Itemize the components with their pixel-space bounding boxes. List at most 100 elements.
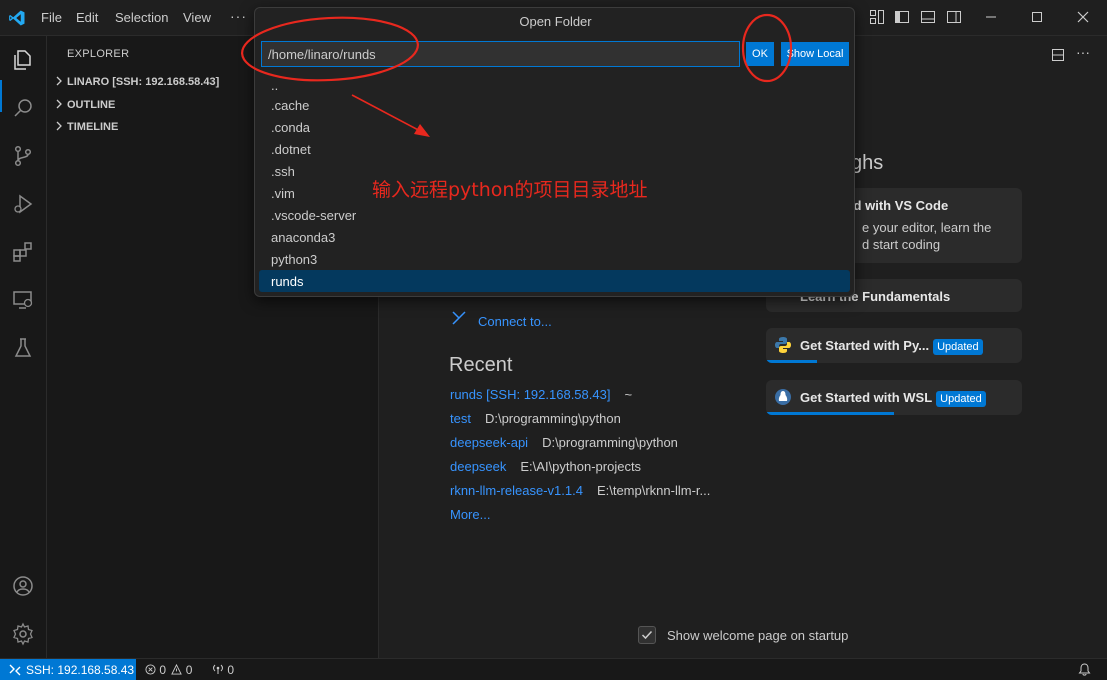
annotation-text: 输入远程python的项目目录地址 bbox=[372, 179, 648, 201]
chevron-right-icon bbox=[56, 76, 62, 86]
ports-indicator[interactable]: 0 bbox=[212, 663, 234, 677]
folder-item-label: .cache bbox=[271, 98, 310, 113]
folder-item-label: .ssh bbox=[271, 164, 295, 179]
recent-item-path: E:\AI\python-projects bbox=[520, 459, 642, 474]
checkmark-icon bbox=[641, 630, 653, 640]
folder-item[interactable]: python3 bbox=[259, 248, 850, 270]
card-desc: e your editor, learn the bbox=[862, 220, 992, 235]
walkthrough-card-wsl[interactable]: Get Started with WSL Updated bbox=[766, 380, 1022, 415]
card-progress bbox=[766, 412, 894, 415]
folder-item-selected[interactable]: runds bbox=[259, 270, 850, 292]
recent-item: rknn-llm-release-v1.1.4 E:\temp\rknn-llm-… bbox=[450, 483, 710, 498]
folder-item[interactable]: .cache bbox=[259, 94, 850, 116]
recent-title: Recent bbox=[449, 354, 513, 376]
folder-item-label: .dotnet bbox=[271, 142, 311, 157]
recent-item-link[interactable]: runds [SSH: 192.168.58.43] bbox=[450, 387, 610, 402]
more-link[interactable]: More... bbox=[450, 507, 490, 522]
error-icon bbox=[145, 664, 156, 675]
split-editor-icon[interactable] bbox=[1051, 48, 1065, 62]
remote-icon bbox=[9, 664, 21, 676]
chevron-right-icon bbox=[56, 121, 62, 131]
menu-file[interactable]: File bbox=[41, 10, 62, 25]
source-control-icon[interactable] bbox=[11, 144, 35, 168]
quickpick-title: Open Folder bbox=[519, 14, 592, 29]
settings-gear-icon[interactable] bbox=[11, 622, 35, 646]
sidebar-title: EXPLORER bbox=[67, 48, 130, 60]
more-actions-icon[interactable]: ··· bbox=[1076, 44, 1090, 60]
error-count: 0 bbox=[159, 663, 167, 677]
toggle-secondary-sidebar-icon[interactable] bbox=[946, 9, 962, 25]
folder-item[interactable]: .conda bbox=[259, 116, 850, 138]
close-icon[interactable] bbox=[1076, 10, 1090, 24]
active-indicator bbox=[0, 80, 2, 112]
card-title: Get Started with WSL Updated bbox=[800, 390, 986, 407]
card-progress bbox=[766, 360, 818, 363]
extensions-icon[interactable] bbox=[11, 240, 35, 264]
recent-item-link[interactable]: test bbox=[450, 411, 471, 426]
folder-item[interactable]: anaconda3 bbox=[259, 226, 850, 248]
menu-view[interactable]: View bbox=[183, 10, 211, 25]
updated-badge: Updated bbox=[936, 391, 986, 407]
folder-item-label: anaconda3 bbox=[271, 230, 336, 245]
warning-count: 0 bbox=[185, 663, 193, 677]
section-label: LINARO [SSH: 192.168.58.43] bbox=[67, 76, 220, 88]
folder-item[interactable]: .. bbox=[259, 74, 850, 96]
vscode-logo-icon bbox=[9, 10, 25, 26]
toggle-panel-icon[interactable] bbox=[920, 9, 936, 25]
remote-explorer-icon[interactable] bbox=[11, 288, 35, 312]
recent-item-link[interactable]: deepseek bbox=[450, 459, 506, 474]
recent-item-link[interactable]: rknn-llm-release-v1.1.4 bbox=[450, 483, 583, 498]
remote-indicator[interactable]: SSH: 192.168.58.43 bbox=[0, 659, 136, 680]
card-title: Get Started with Py... Updated bbox=[800, 338, 983, 355]
folder-path-input[interactable] bbox=[261, 41, 740, 67]
ok-button[interactable]: OK bbox=[746, 42, 774, 66]
recent-item: runds [SSH: 192.168.58.43] ~ bbox=[450, 387, 632, 402]
remote-connect-icon bbox=[452, 311, 466, 325]
problems-indicator[interactable]: 0 0 bbox=[145, 663, 192, 677]
accounts-icon[interactable] bbox=[11, 574, 35, 598]
chevron-right-icon bbox=[56, 99, 62, 109]
maximize-icon[interactable] bbox=[1030, 10, 1044, 24]
search-icon[interactable] bbox=[11, 96, 35, 120]
ports-count: 0 bbox=[227, 663, 235, 677]
walkthrough-card-python[interactable]: Get Started with Py... Updated bbox=[766, 328, 1022, 363]
card-title: ted with VS Code bbox=[842, 198, 949, 213]
show-on-startup-checkbox[interactable] bbox=[638, 626, 656, 644]
folder-item-label: .vim bbox=[271, 186, 295, 201]
menu-selection[interactable]: Selection bbox=[115, 10, 168, 25]
folder-item-label: .. bbox=[271, 78, 279, 93]
warning-icon bbox=[171, 663, 183, 675]
show-local-button[interactable]: Show Local bbox=[781, 42, 849, 66]
testing-icon[interactable] bbox=[11, 336, 35, 360]
recent-item: deepseek E:\AI\python-projects bbox=[450, 459, 641, 474]
recent-item: deepseek-api D:\programming\python bbox=[450, 435, 678, 450]
folder-item-label: python3 bbox=[271, 252, 318, 267]
folder-item-label: .vscode-server bbox=[271, 208, 357, 223]
minimize-icon[interactable] bbox=[984, 10, 998, 24]
run-debug-icon[interactable] bbox=[11, 192, 35, 216]
customize-layout-icon[interactable] bbox=[869, 9, 885, 25]
updated-badge: Updated bbox=[933, 339, 983, 355]
menu-more-icon[interactable]: ··· bbox=[230, 8, 247, 24]
folder-item-label: runds bbox=[271, 274, 304, 289]
linux-penguin-icon bbox=[775, 389, 791, 405]
toggle-primary-sidebar-icon[interactable] bbox=[894, 9, 910, 25]
card-desc: d start coding bbox=[862, 237, 941, 252]
folder-item[interactable]: .vscode-server bbox=[259, 204, 850, 226]
notifications-bell-icon[interactable] bbox=[1078, 663, 1091, 676]
recent-item-path: ~ bbox=[624, 387, 633, 402]
connect-to-link[interactable]: Connect to... bbox=[478, 314, 552, 329]
show-on-startup-label: Show welcome page on startup bbox=[667, 628, 849, 643]
recent-more: More... bbox=[450, 507, 490, 522]
explorer-icon[interactable] bbox=[11, 48, 35, 72]
remote-label: SSH: 192.168.58.43 bbox=[26, 663, 135, 677]
menu-edit[interactable]: Edit bbox=[76, 10, 98, 25]
recent-item-link[interactable]: deepseek-api bbox=[450, 435, 528, 450]
section-label: OUTLINE bbox=[67, 99, 116, 111]
broadcast-icon bbox=[213, 664, 223, 674]
recent-item-path: D:\programming\python bbox=[542, 435, 678, 450]
python-icon bbox=[775, 337, 791, 353]
recent-item: test D:\programming\python bbox=[450, 411, 621, 426]
folder-item[interactable]: .dotnet bbox=[259, 138, 850, 160]
folder-item-label: .conda bbox=[271, 120, 311, 135]
